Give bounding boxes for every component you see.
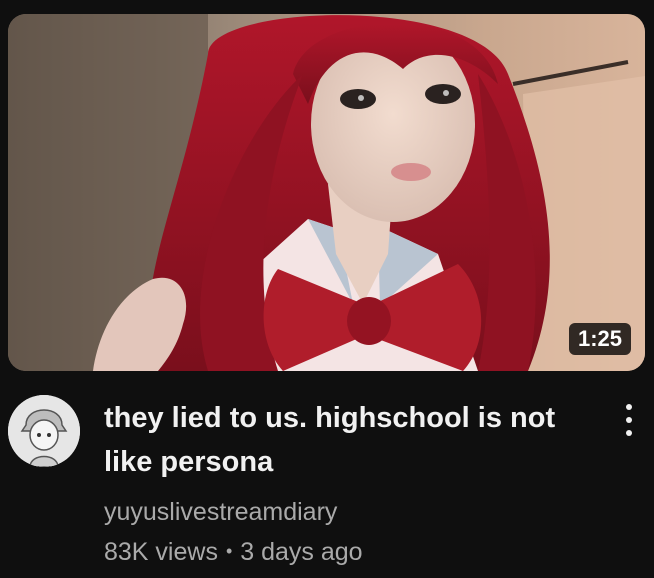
avatar-image — [8, 395, 80, 467]
more-vert-icon[interactable] — [612, 400, 646, 440]
thumbnail-image — [8, 14, 645, 371]
video-card[interactable]: 1:25 they lied to us. highschool is not … — [0, 0, 654, 578]
channel-name[interactable]: yuyuslivestreamdiary — [104, 496, 337, 528]
video-thumbnail[interactable]: 1:25 — [8, 14, 645, 371]
menu-dot — [626, 430, 632, 436]
view-count: 83K views — [104, 538, 218, 566]
video-title[interactable]: they lied to us. highschool is not like … — [104, 396, 574, 484]
metadata-separator: • — [225, 541, 233, 561]
video-metadata: 83K views • 3 days ago — [104, 535, 363, 568]
upload-age: 3 days ago — [240, 538, 363, 566]
menu-dot — [626, 404, 632, 410]
channel-avatar[interactable] — [8, 395, 80, 467]
duration-badge: 1:25 — [568, 323, 631, 355]
menu-dot — [626, 417, 632, 423]
